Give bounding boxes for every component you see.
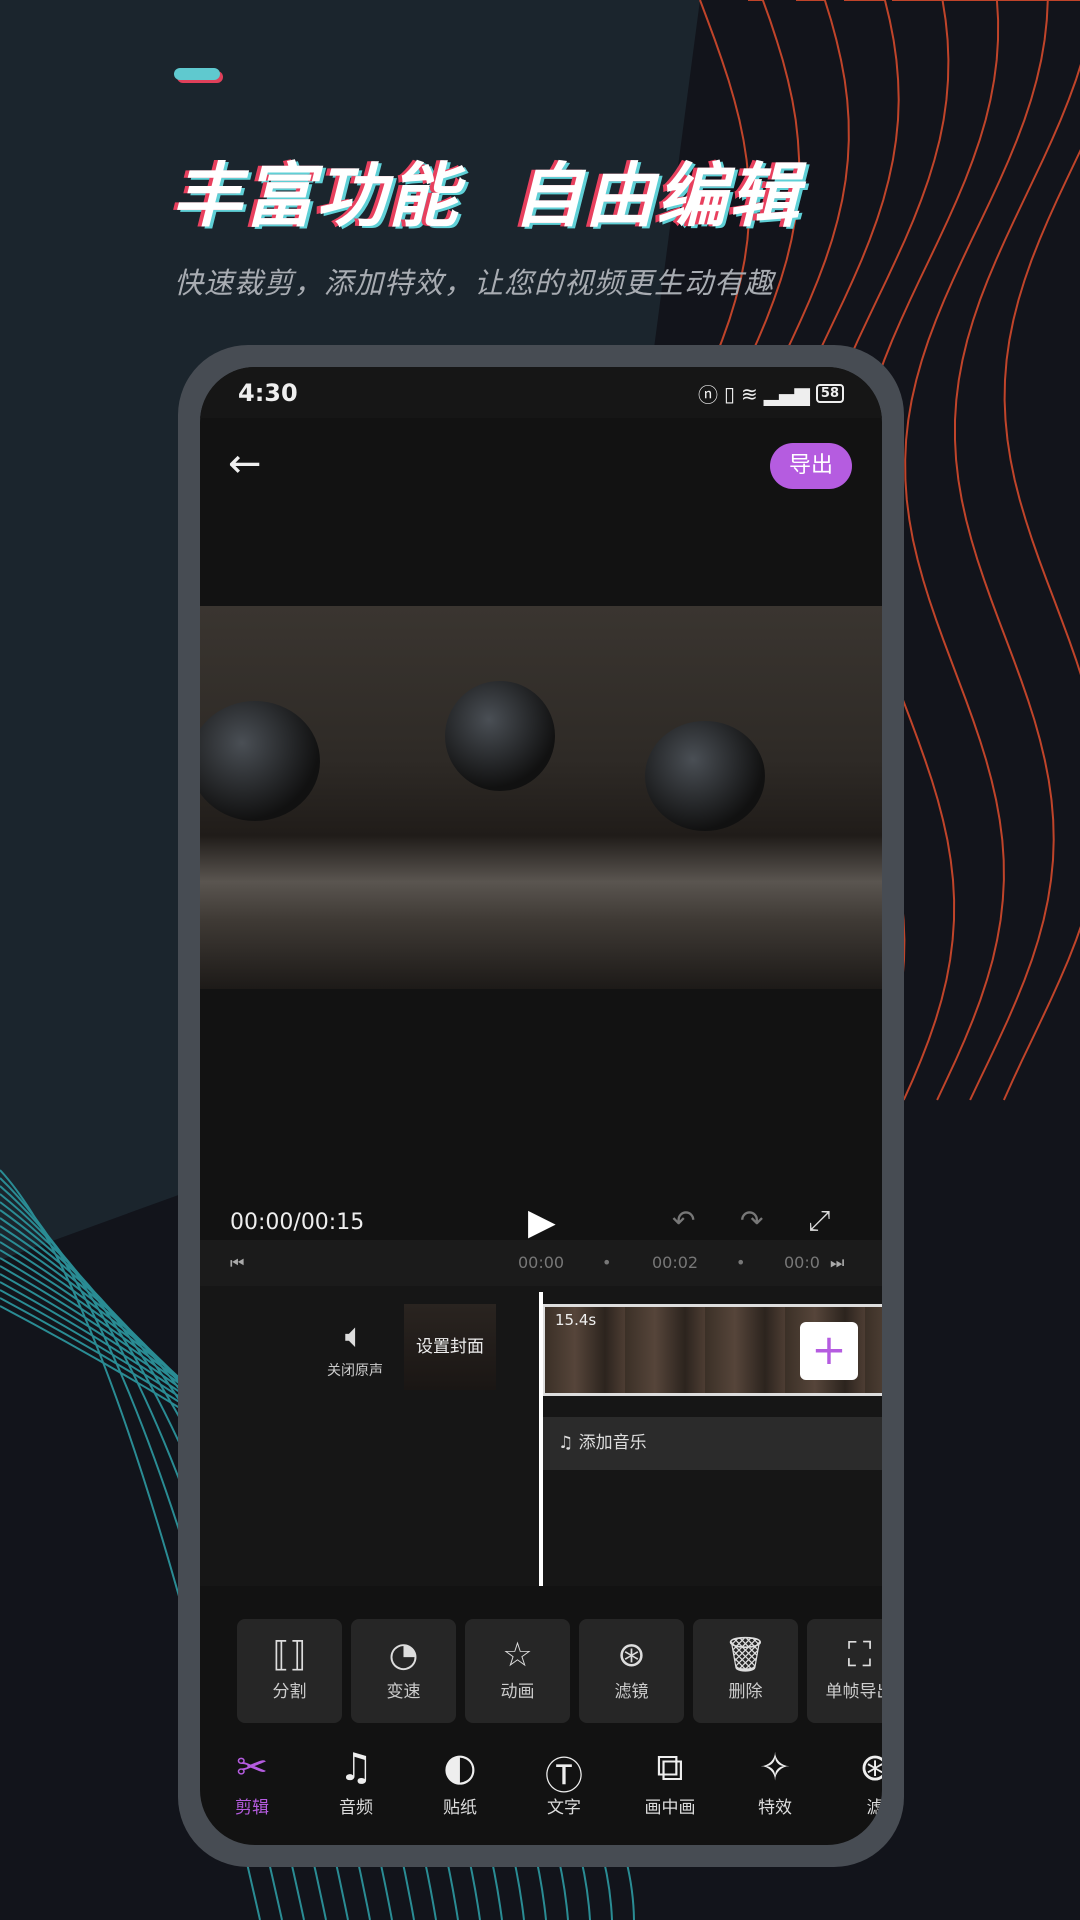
add-music-button[interactable]: ♫ 添加音乐 [542, 1417, 882, 1470]
promo-subtitle: 快速裁剪，添加特效，让您的视频更生动有趣 [174, 266, 775, 300]
nav-label: 文字 [547, 1798, 581, 1818]
bottom-nav: ✂ 剪辑 ♫ 音频 ◐ 贴纸 Ⓣ 文字 ⧉ 画中画 ✧ 特效 ⊛ 滤 [200, 1745, 882, 1845]
nav-tab-filter[interactable]: ⊛ 滤 [825, 1745, 882, 1818]
skip-end-icon[interactable]: ⏭ [830, 1253, 844, 1273]
expand-icon[interactable]: ⤢ [808, 1204, 830, 1238]
timecode: 00:00/00:15 [230, 1210, 365, 1235]
mute-original-button[interactable]: 🔈︎ 关闭原声 [315, 1316, 395, 1380]
frame-export-icon: ⛶ [847, 1635, 872, 1675]
set-cover-button[interactable]: 设置封面 [404, 1304, 496, 1390]
tool-speed-button[interactable]: ◔ 变速 [351, 1619, 456, 1723]
timeline-tracks: 🔈︎ 关闭原声 设置封面 15.4s + ♫ 添加音乐 [200, 1286, 882, 1586]
tool-label: 动画 [500, 1682, 535, 1702]
nav-tab-sticker[interactable]: ◐ 贴纸 [410, 1745, 510, 1818]
tool-split-button[interactable]: ⟦⟧ 分割 [237, 1619, 342, 1723]
tool-label: 删除 [728, 1682, 763, 1702]
magic-wand-icon: ✧ [759, 1745, 791, 1789]
status-time: 4:30 [238, 379, 298, 407]
wave-line [954, 0, 1080, 1101]
add-music-label: 添加音乐 [578, 1433, 647, 1453]
music-note-icon: ♫ [558, 1433, 579, 1453]
nav-tab-scissors[interactable]: ✂ 剪辑 [202, 1745, 302, 1818]
promo-title: 丰富功能 自由编辑 [172, 155, 801, 237]
tool-animation-star-button[interactable]: ☆ 动画 [465, 1619, 570, 1723]
nav-label: 特效 [758, 1798, 792, 1818]
filter-icon: ⊛ [859, 1745, 882, 1789]
nfc-icon: ⓝ [697, 383, 718, 407]
music-note-icon: ♫ [338, 1745, 374, 1789]
nav-label: 剪辑 [235, 1798, 269, 1818]
skip-start-icon[interactable]: ⏮ [230, 1253, 244, 1273]
signal-icon: ▂▄▆ [763, 381, 810, 406]
tool-trash-button[interactable]: 🗑︎ 删除 [693, 1619, 798, 1723]
ruler-tick: 00:00 [518, 1253, 565, 1272]
nav-label: 音频 [339, 1798, 373, 1818]
tool-label: 分割 [272, 1682, 307, 1702]
ruler-dot: • [602, 1253, 612, 1272]
undo-icon[interactable]: ↶ [672, 1204, 695, 1237]
sticker-icon: ◐ [443, 1745, 477, 1789]
wave-line [1002, 149, 1080, 1101]
tool-filter-button[interactable]: ⊛ 滤镜 [579, 1619, 684, 1723]
wifi-icon: ≋ [740, 381, 758, 406]
phone-screen: 4:30 ⓝ ▯ ≋ ▂▄▆ 58 ← 导出 00:00/00:15 ▶ ↶ ↷… [200, 367, 882, 1845]
tool-frame-export-button[interactable]: ⛶ 单帧导出 [807, 1619, 882, 1723]
trash-icon: 🗑︎ [723, 1635, 768, 1675]
tool-label: 变速 [386, 1682, 421, 1702]
mute-label: 关闭原声 [327, 1363, 383, 1379]
nav-tab-picture-in-picture[interactable]: ⧉ 画中画 [620, 1745, 720, 1818]
status-bar: 4:30 ⓝ ▯ ≋ ▂▄▆ 58 [200, 367, 882, 418]
accent-dash [174, 68, 220, 80]
add-clip-button[interactable]: + [800, 1322, 858, 1380]
ruler-tick: 00:0 [784, 1253, 820, 1272]
split-icon: ⟦⟧ [272, 1635, 307, 1675]
video-preview[interactable] [200, 606, 882, 989]
nav-tab-music-note[interactable]: ♫ 音频 [306, 1745, 406, 1818]
timeline-ruler[interactable]: ⏮ 00:00 • 00:02 • 00:0 ⏭ [200, 1240, 882, 1286]
ruler-dot: • [736, 1253, 746, 1272]
filter-icon: ⊛ [617, 1635, 646, 1675]
nav-tab-magic-wand[interactable]: ✧ 特效 [725, 1745, 825, 1818]
wave-line [904, 0, 1049, 1101]
picture-in-picture-icon: ⧉ [656, 1745, 684, 1789]
scissors-icon: ✂ [236, 1745, 268, 1789]
tool-label: 单帧导出 [825, 1682, 883, 1702]
animation-star-icon: ☆ [502, 1635, 533, 1675]
ruler-tick: 00:02 [652, 1253, 699, 1272]
redo-icon[interactable]: ↷ [740, 1204, 763, 1237]
text-icon: Ⓣ [544, 1754, 583, 1798]
clip-duration: 15.4s [555, 1311, 597, 1329]
tool-label: 滤镜 [614, 1682, 649, 1702]
nav-label: 滤 [866, 1798, 883, 1818]
nav-label: 贴纸 [443, 1798, 477, 1818]
export-button[interactable]: 导出 [770, 443, 852, 489]
vibrate-icon: ▯ [723, 381, 735, 406]
speed-icon: ◔ [388, 1635, 419, 1675]
arrow-left-icon[interactable]: ← [228, 441, 262, 487]
nav-label: 画中画 [644, 1798, 696, 1818]
speaker-icon: 🔈︎ [344, 1316, 366, 1356]
play-icon[interactable]: ▶ [528, 1202, 556, 1243]
edit-toolbar: ⟦⟧ 分割 ◔ 变速 ☆ 动画 ⊛ 滤镜 🗑︎ 删除 ⛶ 单帧导出 [237, 1619, 882, 1723]
battery-icon: 58 [815, 384, 844, 403]
playhead[interactable] [539, 1292, 543, 1586]
nav-tab-text[interactable]: Ⓣ 文字 [514, 1745, 614, 1818]
